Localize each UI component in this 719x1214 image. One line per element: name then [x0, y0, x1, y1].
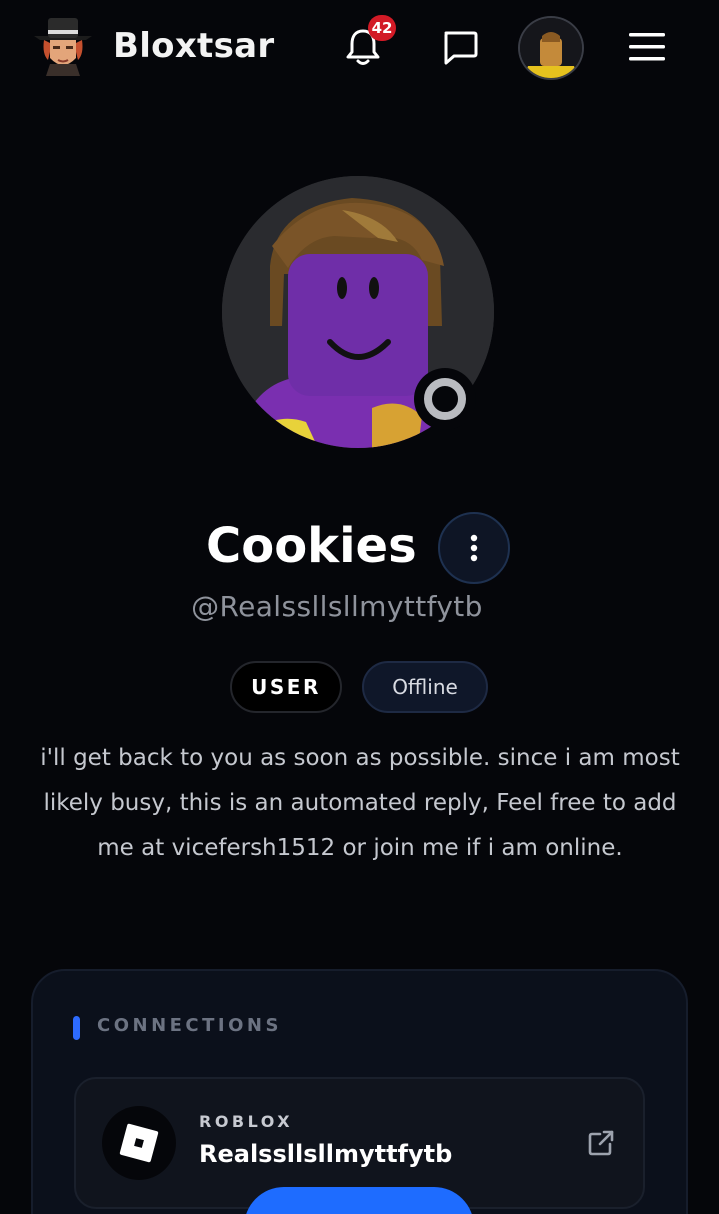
top-navbar: Bloxtsar 42 [0, 0, 719, 96]
connection-platform-label: ROBLOX [199, 1112, 294, 1131]
menu-icon [629, 33, 665, 61]
hamburger-menu-button[interactable] [624, 26, 670, 68]
display-name-container: Cookies [206, 512, 436, 582]
role-badge: USER [230, 661, 342, 713]
account-avatar-button[interactable] [518, 16, 584, 80]
roblox-logo-icon [102, 1106, 176, 1180]
profile-bio: i'll get back to you as soon as possible… [40, 745, 680, 861]
notification-count-badge: 42 [368, 15, 396, 41]
brand-name[interactable]: Bloxtsar [113, 26, 274, 66]
vertical-dots-icon [470, 534, 478, 562]
brand-logo-avatar[interactable] [30, 14, 96, 76]
connection-handle: Realssllsllmyttfytb [199, 1140, 453, 1168]
external-link-icon[interactable] [586, 1128, 616, 1158]
connections-heading: CONNECTIONS [97, 1015, 282, 1036]
offline-ring-icon [424, 378, 466, 420]
primary-action-button[interactable] [244, 1187, 474, 1214]
profile-options-button[interactable] [438, 512, 510, 584]
messages-button[interactable] [437, 26, 483, 70]
username-handle: @Realssllsllmyttfytb [191, 590, 483, 623]
presence-indicator [414, 368, 476, 430]
section-accent-bar [73, 1016, 80, 1040]
chat-bubble-icon [444, 31, 478, 65]
display-name: Cookies [206, 518, 417, 574]
status-badge: Offline [362, 661, 488, 713]
